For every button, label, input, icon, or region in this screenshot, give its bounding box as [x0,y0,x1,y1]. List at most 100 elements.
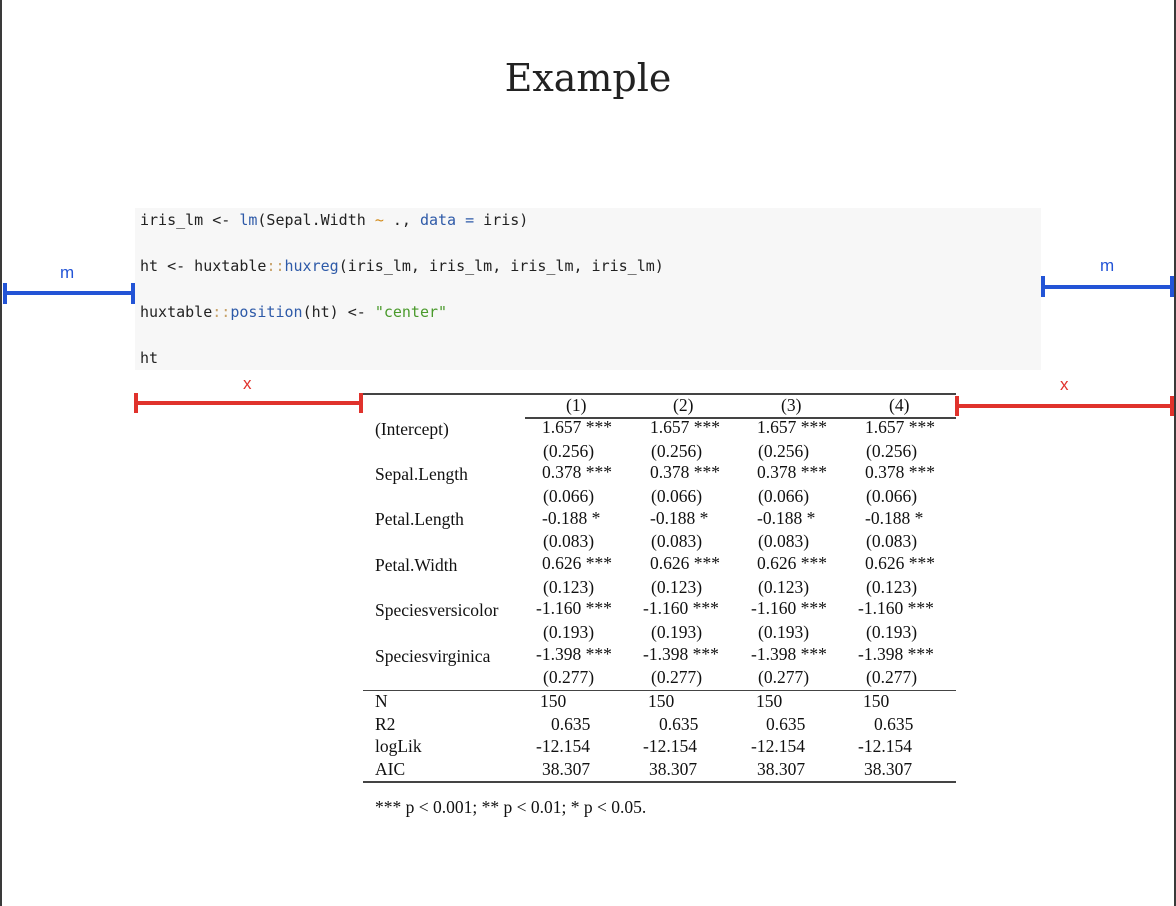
stat-value: 150 [648,691,675,711]
estimate-cell: -1.398 *** [858,644,934,664]
std-error-cell: (0.066) [651,486,703,506]
estimate-cell: 0.626 *** [757,553,827,573]
stat-value: 150 [756,691,783,711]
margin-m-bar-left [4,291,135,295]
term-label: Speciesvirginica [375,646,491,666]
estimate-cell: -1.398 *** [751,644,827,664]
margin-m-tick-right-outer [1170,276,1174,297]
estimate-cell: -1.160 *** [536,598,612,618]
estimate-cell: 1.657 *** [650,417,720,437]
margin-x-bar-left [136,401,363,405]
estimate-cell: 0.378 *** [757,462,827,482]
code-block: iris_lm <- lm(Sepal.Width ~ ., data = ir… [135,208,1041,370]
estimate-cell: -0.188 * [650,508,709,528]
page-border-left [0,0,2,906]
column-header: (2) [673,395,694,415]
std-error-cell: (0.193) [543,622,595,642]
stat-value: -12.154 [858,736,912,756]
term-label: Petal.Width [375,555,458,575]
column-header: (3) [781,395,802,415]
std-error-cell: (0.066) [543,486,595,506]
column-header: (4) [889,395,910,415]
stat-value: 150 [540,691,567,711]
estimate-cell: 0.626 *** [542,553,612,573]
stat-value: 150 [863,691,890,711]
stat-value: 38.307 [757,759,806,779]
estimate-cell: -0.188 * [757,508,816,528]
stat-label: N [375,691,388,711]
term-label: Speciesversicolor [375,600,499,620]
std-error-cell: (0.256) [651,441,703,461]
margin-m-tick-right-inner [1041,276,1045,297]
std-error-cell: (0.193) [758,622,810,642]
std-error-cell: (0.256) [543,441,595,461]
code-line-1: iris_lm <- lm(Sepal.Width ~ ., data = ir… [140,211,529,229]
code-line-4: ht [140,349,159,367]
term-label: (Intercept) [375,419,449,439]
table-footnote: *** p < 0.001; ** p < 0.01; * p < 0.05. [375,797,647,817]
std-error-cell: (0.083) [543,531,595,551]
margin-x-label-right: x [1060,375,1069,394]
std-error-cell: (0.083) [758,531,810,551]
stat-value: -12.154 [536,736,590,756]
column-header: (1) [566,395,587,415]
std-error-cell: (0.083) [866,531,918,551]
stat-value: 38.307 [649,759,698,779]
estimate-cell: 1.657 *** [542,417,612,437]
slide-title: Example [504,56,672,100]
estimate-cell: -0.188 * [865,508,924,528]
stat-value: 0.635 [766,714,806,734]
stat-value: 38.307 [864,759,913,779]
std-error-cell: (0.193) [651,622,703,642]
estimate-cell: -1.398 *** [536,644,612,664]
margin-x-tick-left-inner [359,393,363,413]
table-bottom-rule [363,781,956,783]
std-error-cell: (0.256) [866,441,918,461]
margin-x-tick-left-outer [134,393,138,413]
stat-value: -12.154 [643,736,697,756]
estimate-cell: -1.398 *** [643,644,719,664]
std-error-cell: (0.277) [651,667,703,687]
margin-m-tick-left-outer [3,283,7,304]
std-error-cell: (0.083) [651,531,703,551]
estimate-cell: 0.378 *** [542,462,612,482]
estimate-cell: 0.626 *** [650,553,720,573]
margin-x-label-left: x [243,374,252,393]
estimate-cell: -1.160 *** [751,598,827,618]
code-line-2: ht <- huxtable::huxreg(iris_lm, iris_lm,… [140,257,664,275]
margin-x-tick-right-outer [1170,396,1174,416]
std-error-cell: (0.123) [866,577,918,597]
estimate-cell: 0.378 *** [650,462,720,482]
margin-x-tick-right-inner [955,396,959,416]
std-error-cell: (0.256) [758,441,810,461]
stat-label: logLik [375,736,422,756]
estimate-cell: -1.160 *** [858,598,934,618]
table-top-rule [363,393,956,395]
estimate-cell: -0.188 * [542,508,601,528]
std-error-cell: (0.277) [866,667,918,687]
estimate-cell: 1.657 *** [865,417,935,437]
margin-m-label-right: m [1100,256,1115,275]
estimate-cell: 0.378 *** [865,462,935,482]
std-error-cell: (0.123) [543,577,595,597]
estimate-cell: -1.160 *** [643,598,719,618]
stat-value: 0.635 [874,714,914,734]
margin-x-bar-right [957,404,1174,408]
stat-value: 0.635 [659,714,699,734]
margin-m-label-left: m [60,263,75,282]
std-error-cell: (0.277) [543,667,595,687]
stat-value: -12.154 [751,736,805,756]
stat-label: R2 [375,714,396,734]
std-error-cell: (0.123) [651,577,703,597]
stat-label: AIC [375,759,406,779]
std-error-cell: (0.066) [866,486,918,506]
margin-m-tick-left-inner [131,283,135,304]
stat-value: 38.307 [542,759,591,779]
estimate-cell: 0.626 *** [865,553,935,573]
estimate-cell: 1.657 *** [757,417,827,437]
margin-m-bar-right [1042,285,1174,289]
code-line-3: huxtable::position(ht) <- "center" [140,303,448,321]
std-error-cell: (0.066) [758,486,810,506]
std-error-cell: (0.277) [758,667,810,687]
stat-value: 0.635 [551,714,591,734]
